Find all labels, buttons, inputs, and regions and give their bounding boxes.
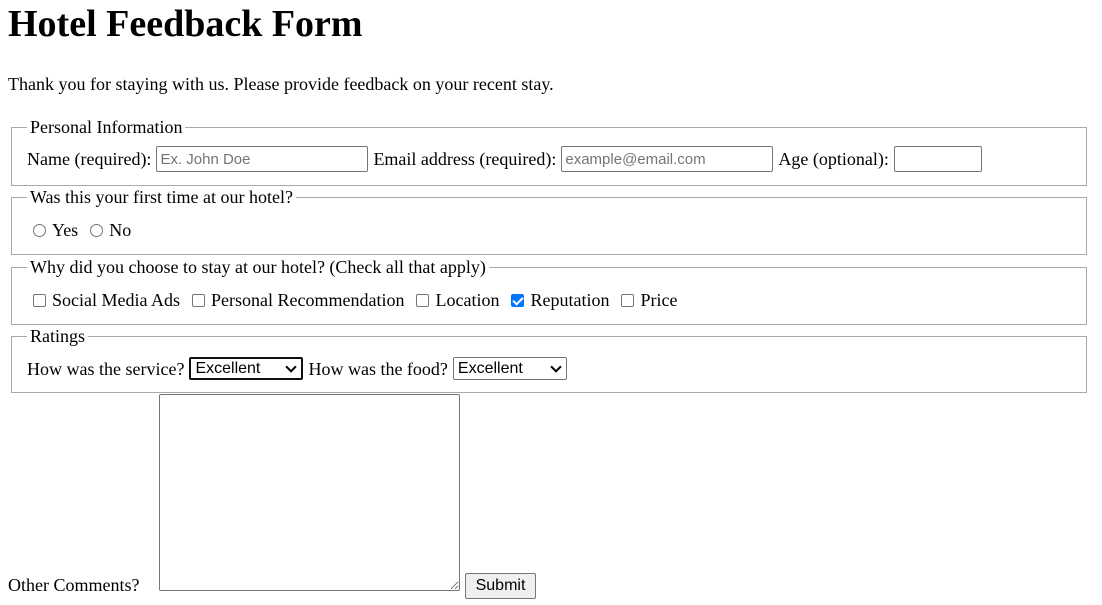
first-time-yes-radio[interactable] xyxy=(33,223,46,237)
comments-label: Other Comments? xyxy=(8,575,140,595)
personal-info-legend: Personal Information xyxy=(27,117,186,137)
name-input[interactable] xyxy=(156,146,369,172)
reasons-options: Social Media Ads Personal Recommendation… xyxy=(30,289,685,311)
ratings-legend: Ratings xyxy=(27,326,89,346)
reason-social-media-checkbox[interactable] xyxy=(33,293,46,307)
intro-text: Thank you for staying with us. Please pr… xyxy=(8,74,554,94)
first-time-fieldset: Was this your first time at our hotel? Y… xyxy=(11,187,1087,255)
reason-location-checkbox[interactable] xyxy=(416,293,430,307)
reason-price-checkbox[interactable] xyxy=(621,293,635,307)
chevron-down-icon xyxy=(550,360,562,373)
submit-button[interactable]: Submit xyxy=(465,573,536,599)
reason-recommendation-label: Personal Recommendation xyxy=(211,290,405,310)
reasons-legend: Why did you choose to stay at our hotel?… xyxy=(27,257,489,277)
personal-info-row: Name (required): Email address (required… xyxy=(27,146,982,172)
first-time-no-radio[interactable] xyxy=(90,223,104,237)
first-time-no-label: No xyxy=(109,220,132,240)
service-label: How was the service? xyxy=(27,358,185,379)
name-label: Name (required): xyxy=(27,149,152,169)
email-label: Email address (required): xyxy=(373,149,557,169)
reason-social-media-label: Social Media Ads xyxy=(52,290,180,310)
first-time-options: Yes No xyxy=(30,219,139,241)
reason-recommendation-checkbox[interactable] xyxy=(192,293,205,307)
personal-info-fieldset: Personal Information Name (required): Em… xyxy=(11,117,1087,186)
age-label: Age (optional): xyxy=(778,149,889,169)
age-input[interactable] xyxy=(893,146,982,172)
ratings-fieldset: Ratings How was the service? Excellent H… xyxy=(11,326,1087,393)
reason-location-label: Location xyxy=(435,290,500,310)
reason-reputation-checkbox[interactable] xyxy=(511,293,525,307)
reason-reputation-label: Reputation xyxy=(530,290,610,310)
chevron-down-icon xyxy=(285,360,298,373)
email-input[interactable] xyxy=(561,146,774,172)
reasons-fieldset: Why did you choose to stay at our hotel?… xyxy=(11,257,1087,325)
reason-price-label: Price xyxy=(640,290,678,310)
feedback-page: Hotel Feedback Form Thank you for stayin… xyxy=(0,0,1102,605)
service-select[interactable]: Excellent xyxy=(189,357,304,380)
page-title: Hotel Feedback Form xyxy=(8,3,363,45)
food-label: How was the food? xyxy=(308,358,448,379)
ratings-row: How was the service? Excellent How was t… xyxy=(27,357,567,380)
first-time-legend: Was this your first time at our hotel? xyxy=(27,187,296,207)
first-time-yes-label: Yes xyxy=(52,220,79,240)
service-select-value: Excellent xyxy=(195,359,261,377)
comments-textarea[interactable] xyxy=(159,394,460,591)
food-select-value: Excellent xyxy=(457,359,523,377)
food-select[interactable]: Excellent xyxy=(452,357,567,380)
